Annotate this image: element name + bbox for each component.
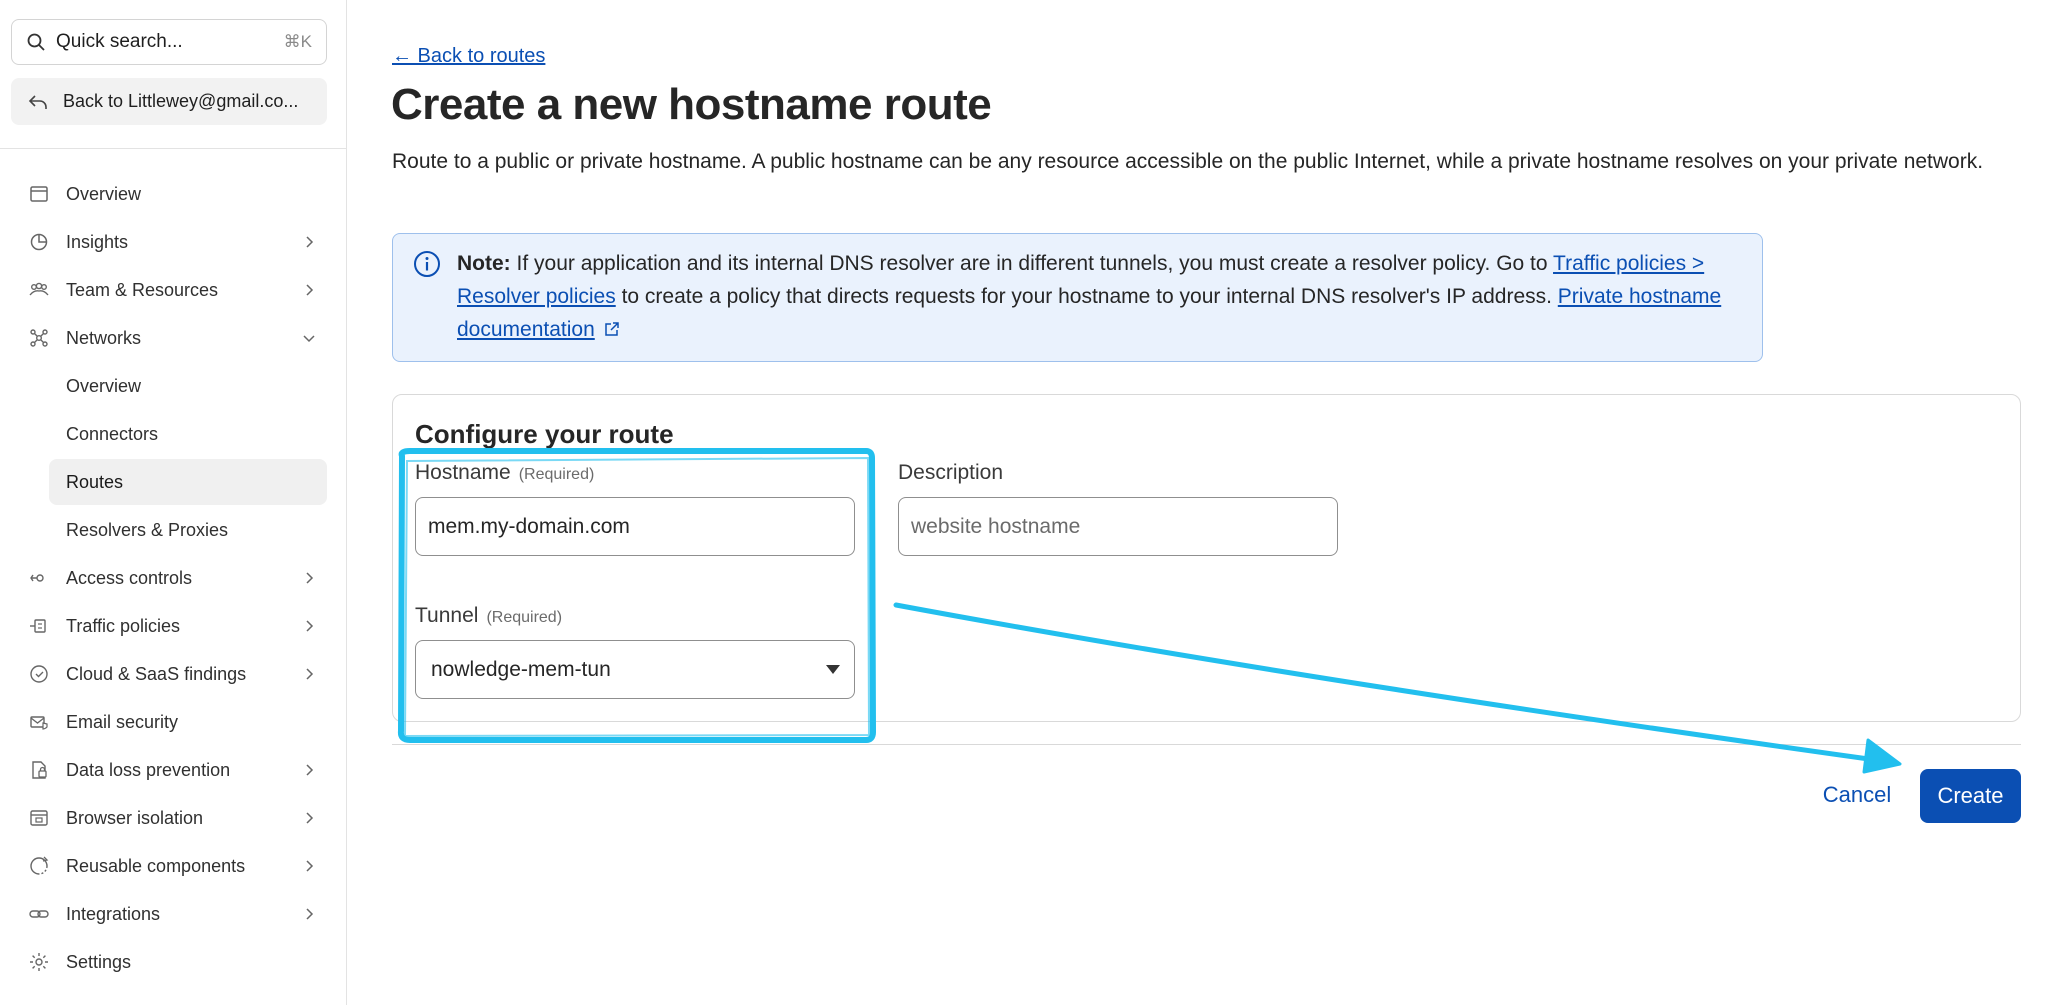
chevron-right-icon: [306, 620, 314, 632]
dropdown-caret-icon: [826, 665, 840, 674]
chevron-right-icon: [306, 572, 314, 584]
chevron-right-icon: [306, 860, 314, 872]
return-arrow-icon: [28, 94, 47, 109]
sidebar-item-label: Traffic policies: [66, 615, 181, 636]
email-security-icon: [30, 716, 48, 730]
sidebar: Quick search... ⌘K Back to Littlewey@gma…: [0, 0, 347, 1005]
description-input[interactable]: website hostname: [898, 497, 1338, 556]
chevron-right-icon: [306, 764, 314, 776]
configure-route-card: Configure your route Hostname (Required) …: [392, 394, 2021, 722]
team-icon: [29, 282, 49, 296]
sidebar-item-reusable-components[interactable]: Reusable components: [16, 844, 332, 888]
sidebar-subitem-resolvers-proxies[interactable]: Resolvers & Proxies: [49, 507, 327, 553]
back-to-account-label: Back to Littlewey@gmail.co...: [63, 91, 299, 111]
chevron-right-icon: [306, 236, 314, 248]
sidebar-item-traffic-policies[interactable]: Traffic policies: [16, 604, 332, 648]
sidebar-item-label: Integrations: [66, 903, 161, 924]
sidebar-item-cloud-saas-findings[interactable]: Cloud & SaaS findings: [16, 652, 332, 696]
traffic-icon: [30, 619, 46, 633]
sidebar-item-settings[interactable]: Settings: [16, 940, 332, 984]
tunnel-label-text: Tunnel: [415, 604, 479, 627]
hostname-input[interactable]: mem.my-domain.com: [415, 497, 855, 556]
sidebar-item-label: Browser isolation: [66, 807, 204, 828]
network-icon: [30, 329, 48, 347]
back-to-account-button[interactable]: Back to Littlewey@gmail.co...: [11, 78, 327, 125]
info-icon: [414, 251, 440, 277]
tunnel-required: (Required): [486, 609, 563, 626]
browser-icon: [30, 810, 48, 826]
sidebar-item-team-resources[interactable]: Team & Resources: [16, 268, 332, 312]
sidebar-item-networks[interactable]: Networks: [16, 316, 332, 360]
create-button[interactable]: Create: [1920, 769, 2021, 823]
sidebar-item-overview[interactable]: Overview: [16, 172, 332, 216]
sidebar-subitem-label: Connectors: [66, 423, 159, 444]
gear-icon: [30, 953, 48, 971]
sidebar-item-label: Team & Resources: [66, 279, 219, 300]
sidebar-item-label: Email security: [66, 711, 179, 732]
sidebar-item-insights[interactable]: Insights: [16, 220, 332, 264]
pie-chart-icon: [30, 233, 48, 251]
integrations-icon: [29, 910, 49, 918]
window-icon: [30, 186, 48, 202]
sidebar-divider: [0, 148, 347, 149]
description-label: Description: [898, 461, 1004, 484]
chevron-right-icon: [306, 284, 314, 296]
sidebar-subitem-routes[interactable]: Routes: [49, 459, 327, 505]
quick-search[interactable]: Quick search... ⌘K: [11, 19, 327, 65]
sidebar-item-data-loss-prevention[interactable]: Data loss prevention: [16, 748, 332, 792]
hostname-label-text: Hostname: [415, 461, 511, 484]
sidebar-item-label: Insights: [66, 231, 129, 252]
sidebar-item-label: Cloud & SaaS findings: [66, 663, 247, 684]
sidebar-item-access-controls[interactable]: Access controls: [16, 556, 332, 600]
page-title: Create a new hostname route: [391, 80, 992, 129]
hostname-label: Hostname (Required): [415, 461, 594, 485]
chevron-right-icon: [306, 908, 314, 920]
search-shortcut: ⌘K: [283, 32, 312, 51]
tunnel-select[interactable]: nowledge-mem-tun: [415, 640, 855, 699]
page-description: Route to a public or private hostname. A…: [392, 150, 1984, 173]
sidebar-item-label: Access controls: [66, 567, 193, 588]
tunnel-select-value: nowledge-mem-tun: [431, 657, 611, 681]
tunnel-label: Tunnel (Required): [415, 604, 562, 628]
components-icon: [30, 856, 49, 875]
note-body: Note: If your application and its intern…: [457, 247, 1747, 346]
sidebar-item-label: Networks: [66, 327, 142, 348]
sidebar-subitem-connectors[interactable]: Connectors: [49, 411, 327, 457]
sidebar-subitem-label: Overview: [66, 375, 142, 396]
sidebar-item-email-security[interactable]: Email security: [16, 700, 332, 744]
search-placeholder: Quick search...: [56, 31, 183, 52]
search-icon: [27, 33, 45, 51]
cancel-button[interactable]: Cancel: [1804, 769, 1910, 821]
chevron-right-icon: [306, 812, 314, 824]
sidebar-item-label: Settings: [66, 951, 132, 972]
form-title: Configure your route: [415, 419, 674, 449]
sidebar-item-integrations[interactable]: Integrations: [16, 892, 332, 936]
external-link-icon[interactable]: [603, 320, 621, 338]
access-icon: [30, 574, 44, 582]
chevron-down-icon: [303, 335, 315, 343]
note-text-1: If your application and its internal DNS…: [510, 252, 1554, 275]
hostname-required: (Required): [518, 466, 595, 483]
sidebar-item-label: Reusable components: [66, 855, 246, 876]
cloud-icon: [30, 665, 48, 683]
sidebar-item-label: Overview: [66, 183, 142, 204]
back-to-routes-link[interactable]: ← Back to routes: [392, 45, 545, 68]
dlp-icon: [32, 761, 47, 779]
sidebar-item-browser-isolation[interactable]: Browser isolation: [16, 796, 332, 840]
sidebar-subitem-label: Resolvers & Proxies: [66, 519, 229, 540]
sidebar-item-label: Data loss prevention: [66, 759, 231, 780]
note-banner: Note: If your application and its intern…: [392, 233, 1763, 362]
chevron-right-icon: [306, 668, 314, 680]
note-label: Note:: [457, 252, 511, 275]
sidebar-subitem-label: Routes: [66, 471, 124, 492]
sidebar-subitem-overview[interactable]: Overview: [49, 363, 327, 409]
note-text-2: to create a policy that directs requests…: [615, 285, 1558, 308]
form-footer-divider: [392, 744, 2021, 745]
